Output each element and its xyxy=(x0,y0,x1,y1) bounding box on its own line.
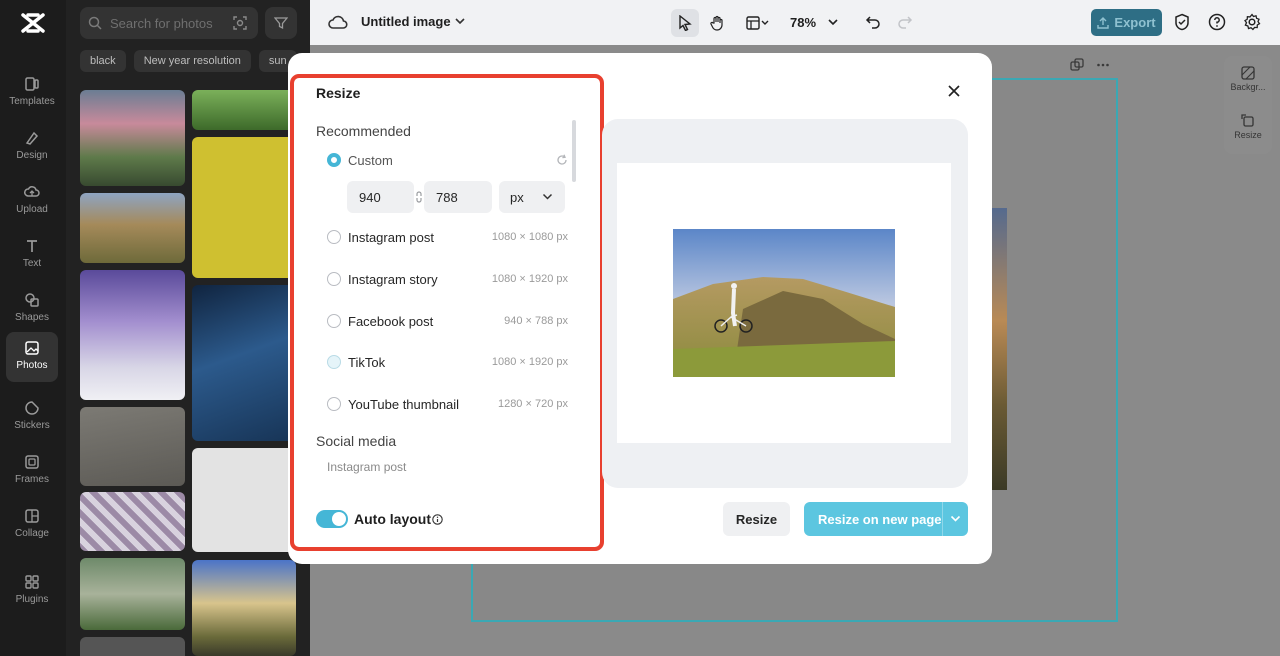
sidebar-item-label: Collage xyxy=(15,528,49,539)
photo-thumbnail[interactable] xyxy=(80,193,185,263)
upload-icon xyxy=(24,186,40,197)
resize-dialog: Resize Recommended Custom 940 788 px Ins… xyxy=(288,53,992,564)
export-icon xyxy=(1097,16,1110,29)
photo-thumbnail[interactable] xyxy=(80,270,185,400)
sidebar-item-label: Frames xyxy=(15,474,49,485)
sidebar-item-photos[interactable]: Photos xyxy=(6,332,58,382)
right-tool-panel: Backgr... Resize xyxy=(1224,56,1272,154)
chevron-down-icon[interactable] xyxy=(950,514,961,523)
chip[interactable]: New year resolution xyxy=(133,50,251,72)
document-title[interactable]: Untitled image xyxy=(361,14,451,29)
settings-gear-icon[interactable] xyxy=(1243,13,1261,31)
background-label: Backgr... xyxy=(1230,82,1266,92)
search-placeholder: Search for photos xyxy=(110,15,213,31)
filter-icon xyxy=(274,17,288,30)
sidebar-item-collage[interactable]: Collage xyxy=(6,500,58,550)
chip[interactable]: black xyxy=(80,50,126,72)
sidebar-item-label: Plugins xyxy=(15,594,49,605)
text-icon xyxy=(27,240,37,252)
left-rail: Templates Design Upload Text Shapes Phot… xyxy=(0,0,66,656)
resize-button[interactable]: Resize xyxy=(723,502,790,536)
undo-icon[interactable] xyxy=(865,14,881,30)
layout-menu-button[interactable] xyxy=(740,9,776,37)
button-divider xyxy=(942,502,943,536)
sidebar-item-text[interactable]: Text xyxy=(6,230,58,280)
sidebar-item-label: Text xyxy=(22,258,42,269)
sidebar-item-upload[interactable]: Upload xyxy=(6,176,58,226)
chevron-down-icon[interactable] xyxy=(454,16,466,26)
export-button[interactable]: Export xyxy=(1091,9,1162,36)
more-options-icon[interactable] xyxy=(1096,58,1110,72)
shapes-icon xyxy=(25,293,39,307)
photo-thumbnail[interactable] xyxy=(192,90,296,130)
top-bar: Untitled image 78% Export xyxy=(310,0,1280,45)
pointer-icon xyxy=(679,15,692,31)
page-actions xyxy=(1070,58,1110,72)
plugins-icon xyxy=(25,575,39,589)
redo-icon[interactable] xyxy=(897,14,913,30)
filter-button[interactable] xyxy=(265,7,297,39)
photo-thumbnail[interactable] xyxy=(80,90,185,186)
photo-thumbnail[interactable] xyxy=(192,448,296,552)
photo-thumbnail[interactable] xyxy=(192,137,296,278)
sidebar-item-frames[interactable]: Frames xyxy=(6,446,58,496)
sidebar-item-templates[interactable]: Templates xyxy=(6,68,58,118)
photo-thumbnail[interactable] xyxy=(192,285,296,441)
photo-search-field[interactable]: Search for photos xyxy=(80,7,258,39)
export-label: Export xyxy=(1114,15,1156,30)
cloud-sync-icon[interactable] xyxy=(328,13,348,31)
photos-panel: Search for photos black New year resolut… xyxy=(66,0,310,656)
preview-page xyxy=(617,163,951,443)
templates-icon xyxy=(25,77,39,91)
resize-tool[interactable]: Resize xyxy=(1224,114,1272,140)
resize-on-new-page-button[interactable]: Resize on new page xyxy=(804,502,968,536)
frames-icon xyxy=(25,455,39,469)
annotation-highlight-box xyxy=(290,74,604,551)
sidebar-item-label: Shapes xyxy=(15,312,49,323)
photo-thumbnail[interactable] xyxy=(80,558,185,630)
sidebar-item-label: Photos xyxy=(16,360,48,371)
chevron-down-icon[interactable] xyxy=(827,17,839,27)
photo-thumbnail[interactable] xyxy=(192,560,296,656)
sidebar-item-label: Stickers xyxy=(14,420,50,431)
zoom-level[interactable]: 78% xyxy=(790,15,816,30)
shield-icon[interactable] xyxy=(1173,13,1191,31)
select-tool-button[interactable] xyxy=(671,9,699,37)
background-icon xyxy=(1241,66,1255,80)
preview-photo xyxy=(673,229,895,377)
collage-icon xyxy=(25,509,39,523)
sidebar-item-design[interactable]: Design xyxy=(6,122,58,172)
search-icon xyxy=(88,16,102,30)
hand-tool-button[interactable] xyxy=(704,9,730,37)
hand-icon xyxy=(710,15,723,31)
resize-new-page-label: Resize on new page xyxy=(818,511,942,527)
photos-icon xyxy=(25,341,39,355)
background-tool[interactable]: Backgr... xyxy=(1224,66,1272,92)
resize-icon xyxy=(1241,114,1254,127)
duplicate-page-icon[interactable] xyxy=(1070,58,1084,72)
sidebar-item-label: Upload xyxy=(16,204,48,215)
image-search-icon[interactable] xyxy=(232,15,248,31)
landscape-photo xyxy=(673,229,895,377)
sidebar-item-plugins[interactable]: Plugins xyxy=(6,566,58,616)
resize-preview xyxy=(602,119,968,488)
close-icon xyxy=(948,85,960,97)
photo-thumbnail[interactable] xyxy=(80,492,185,551)
help-icon[interactable] xyxy=(1208,13,1226,31)
resize-label: Resize xyxy=(1234,130,1262,140)
design-icon xyxy=(25,131,39,145)
sidebar-item-label: Design xyxy=(16,150,48,161)
photo-thumbnail[interactable] xyxy=(80,637,185,656)
layout-icon xyxy=(746,16,769,30)
suggestion-chips: black New year resolution sun xyxy=(80,50,297,72)
sidebar-item-shapes[interactable]: Shapes xyxy=(6,284,58,334)
close-button[interactable] xyxy=(943,80,965,102)
sidebar-item-stickers[interactable]: Stickers xyxy=(6,392,58,442)
stickers-icon xyxy=(25,401,39,415)
sidebar-item-label: Templates xyxy=(9,96,55,107)
app-logo-icon[interactable] xyxy=(20,11,46,35)
photo-thumbnail[interactable] xyxy=(80,407,185,486)
